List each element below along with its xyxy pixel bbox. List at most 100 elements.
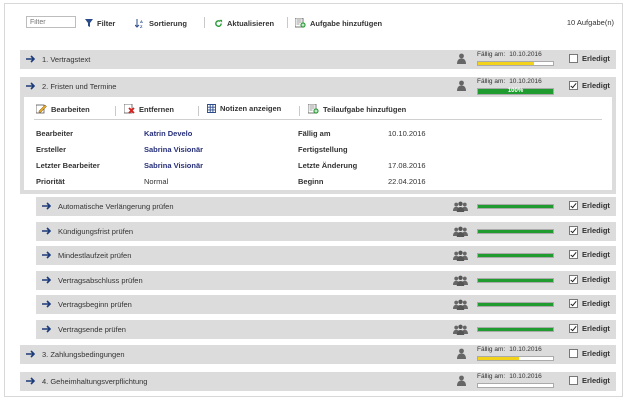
checkbox[interactable] [569, 201, 578, 210]
done-label: Erledigt [582, 274, 610, 284]
group-icon [453, 226, 468, 237]
done-checkbox[interactable]: Erledigt [569, 250, 610, 259]
assignee-value[interactable]: Katrin Develo [144, 129, 192, 138]
arrow-right-icon[interactable] [42, 251, 52, 259]
person-icon [457, 348, 466, 359]
show-notes-button[interactable]: Notizen anzeigen [207, 104, 281, 113]
done-checkbox[interactable]: Erledigt [569, 54, 610, 63]
due-date: Fällig am: 10.10.2016 [477, 78, 542, 85]
subtask-row[interactable]: Mindestlaufzeit prüfen Erledigt [36, 246, 616, 265]
subtask-row[interactable]: Kündigungsfrist prüfen Erledigt [36, 221, 616, 241]
checkbox[interactable] [569, 250, 578, 259]
subtask-title: Automatische Verlängerung prüfen [58, 202, 174, 211]
filter-input[interactable] [26, 16, 76, 28]
completion-label: Fertigstellung [298, 145, 348, 154]
arrow-right-icon[interactable] [26, 55, 36, 63]
last-editor-label: Letzter Bearbeiter [36, 161, 100, 170]
arrow-right-icon[interactable] [26, 82, 36, 90]
checkbox[interactable] [569, 299, 578, 308]
assignee-label: Bearbeiter [36, 129, 74, 138]
person-icon [457, 80, 466, 91]
group-icon [453, 250, 468, 261]
task-row[interactable]: 1. Vertragstext Fällig am: 10.10.2016 Erl… [20, 50, 616, 69]
checkbox[interactable] [569, 349, 578, 358]
funnel-icon [85, 19, 93, 27]
detail-toolbar-divider [115, 106, 116, 116]
detail-toolbar-divider [299, 106, 300, 116]
done-checkbox[interactable]: Erledigt [569, 299, 610, 308]
done-label: Erledigt [582, 323, 610, 333]
filter-button[interactable]: Filter [85, 17, 115, 29]
checkbox[interactable] [569, 54, 578, 63]
arrow-right-icon[interactable] [42, 300, 52, 308]
subtask-title: Vertragsbeginn prüfen [58, 300, 132, 309]
sort-icon: AZ [135, 18, 143, 28]
subtask-row[interactable]: Automatische Verlängerung prüfen Erledigt [36, 197, 616, 216]
task-row[interactable]: 3. Zahlungsbedingungen Fällig am: 10.10.2… [20, 345, 616, 364]
add-subtask-icon [308, 104, 319, 114]
done-checkbox[interactable]: Erledigt [569, 323, 610, 333]
due-label: Fällig am: [477, 51, 506, 58]
progress-bar [477, 277, 554, 283]
edit-button[interactable]: Bearbeiten [36, 104, 90, 114]
checkbox[interactable] [569, 376, 578, 385]
add-task-button[interactable]: Aufgabe hinzufügen [295, 17, 382, 29]
done-checkbox[interactable]: Erledigt [569, 81, 610, 90]
add-subtask-button[interactable]: Teilaufgabe hinzufügen [308, 104, 406, 114]
creator-value[interactable]: Sabrina Visionär [144, 145, 203, 154]
done-label: Erledigt [582, 250, 610, 259]
checkbox[interactable] [569, 81, 578, 90]
progress-fill [478, 205, 553, 208]
progress-text: 100% [507, 88, 524, 94]
show-notes-button-label: Notizen anzeigen [220, 104, 282, 113]
due-value: 10.10.2016 [509, 78, 542, 85]
checkbox[interactable] [569, 274, 578, 284]
due-date: Fällig am: 10.10.2016 [477, 373, 542, 380]
group-icon [453, 275, 468, 286]
due-value: 10.10.2016 [509, 51, 542, 58]
remove-button[interactable]: Entfernen [124, 104, 174, 114]
checkbox[interactable] [569, 225, 578, 235]
group-icon [453, 299, 468, 310]
task-title: 1. Vertragstext [42, 55, 91, 64]
done-checkbox[interactable]: Erledigt [569, 349, 610, 358]
done-checkbox[interactable]: Erledigt [569, 225, 610, 235]
arrow-right-icon[interactable] [42, 226, 52, 235]
progress-fill [478, 327, 553, 331]
task-row[interactable]: 4. Geheimhaltungsverpflichtung Fällig am… [20, 372, 616, 391]
refresh-button[interactable]: Aktualisieren [214, 17, 274, 29]
notes-grid-icon [207, 104, 216, 113]
sort-button[interactable]: AZ Sortierung [135, 17, 187, 29]
subtask-row[interactable]: Vertragsbeginn prüfen Erledigt [36, 295, 616, 314]
subtask-row[interactable]: Vertragsende prüfen Erledigt [36, 319, 616, 339]
toolbar-divider [204, 17, 205, 28]
due-label: Fällig am: [477, 346, 506, 353]
progress-fill [478, 357, 520, 360]
start-value: 22.04.2016 [388, 177, 426, 186]
done-checkbox[interactable]: Erledigt [569, 274, 610, 284]
due-date: Fällig am: 10.10.2016 [477, 51, 542, 58]
progress-bar [477, 204, 554, 209]
arrow-right-icon[interactable] [42, 275, 52, 284]
task-title: 4. Geheimhaltungsverpflichtung [42, 377, 148, 386]
refresh-button-label: Aktualisieren [227, 18, 275, 28]
priority-label: Priorität [36, 177, 65, 186]
done-checkbox[interactable]: Erledigt [569, 376, 610, 385]
task-title: 3. Zahlungsbedingungen [42, 350, 125, 359]
last-editor-value[interactable]: Sabrina Visionär [144, 161, 203, 170]
arrow-right-icon[interactable] [26, 350, 36, 358]
svg-text:Z: Z [140, 24, 143, 28]
arrow-right-icon[interactable] [26, 377, 36, 385]
done-label: Erledigt [582, 376, 610, 385]
done-checkbox[interactable]: Erledigt [569, 201, 610, 210]
checkbox[interactable] [569, 323, 578, 333]
arrow-right-icon[interactable] [42, 202, 52, 210]
task-title: 2. Fristen und Termine [42, 82, 117, 91]
divider [34, 119, 602, 120]
detail-toolbar-divider [198, 106, 199, 116]
progress-bar [477, 253, 554, 258]
arrow-right-icon[interactable] [42, 324, 52, 333]
remove-icon [124, 104, 135, 114]
subtask-row[interactable]: Vertragsabschluss prüfen Erledigt [36, 270, 616, 290]
task-row-expanded[interactable]: 2. Fristen und Termine Fällig am: 10.10.2… [20, 77, 616, 97]
